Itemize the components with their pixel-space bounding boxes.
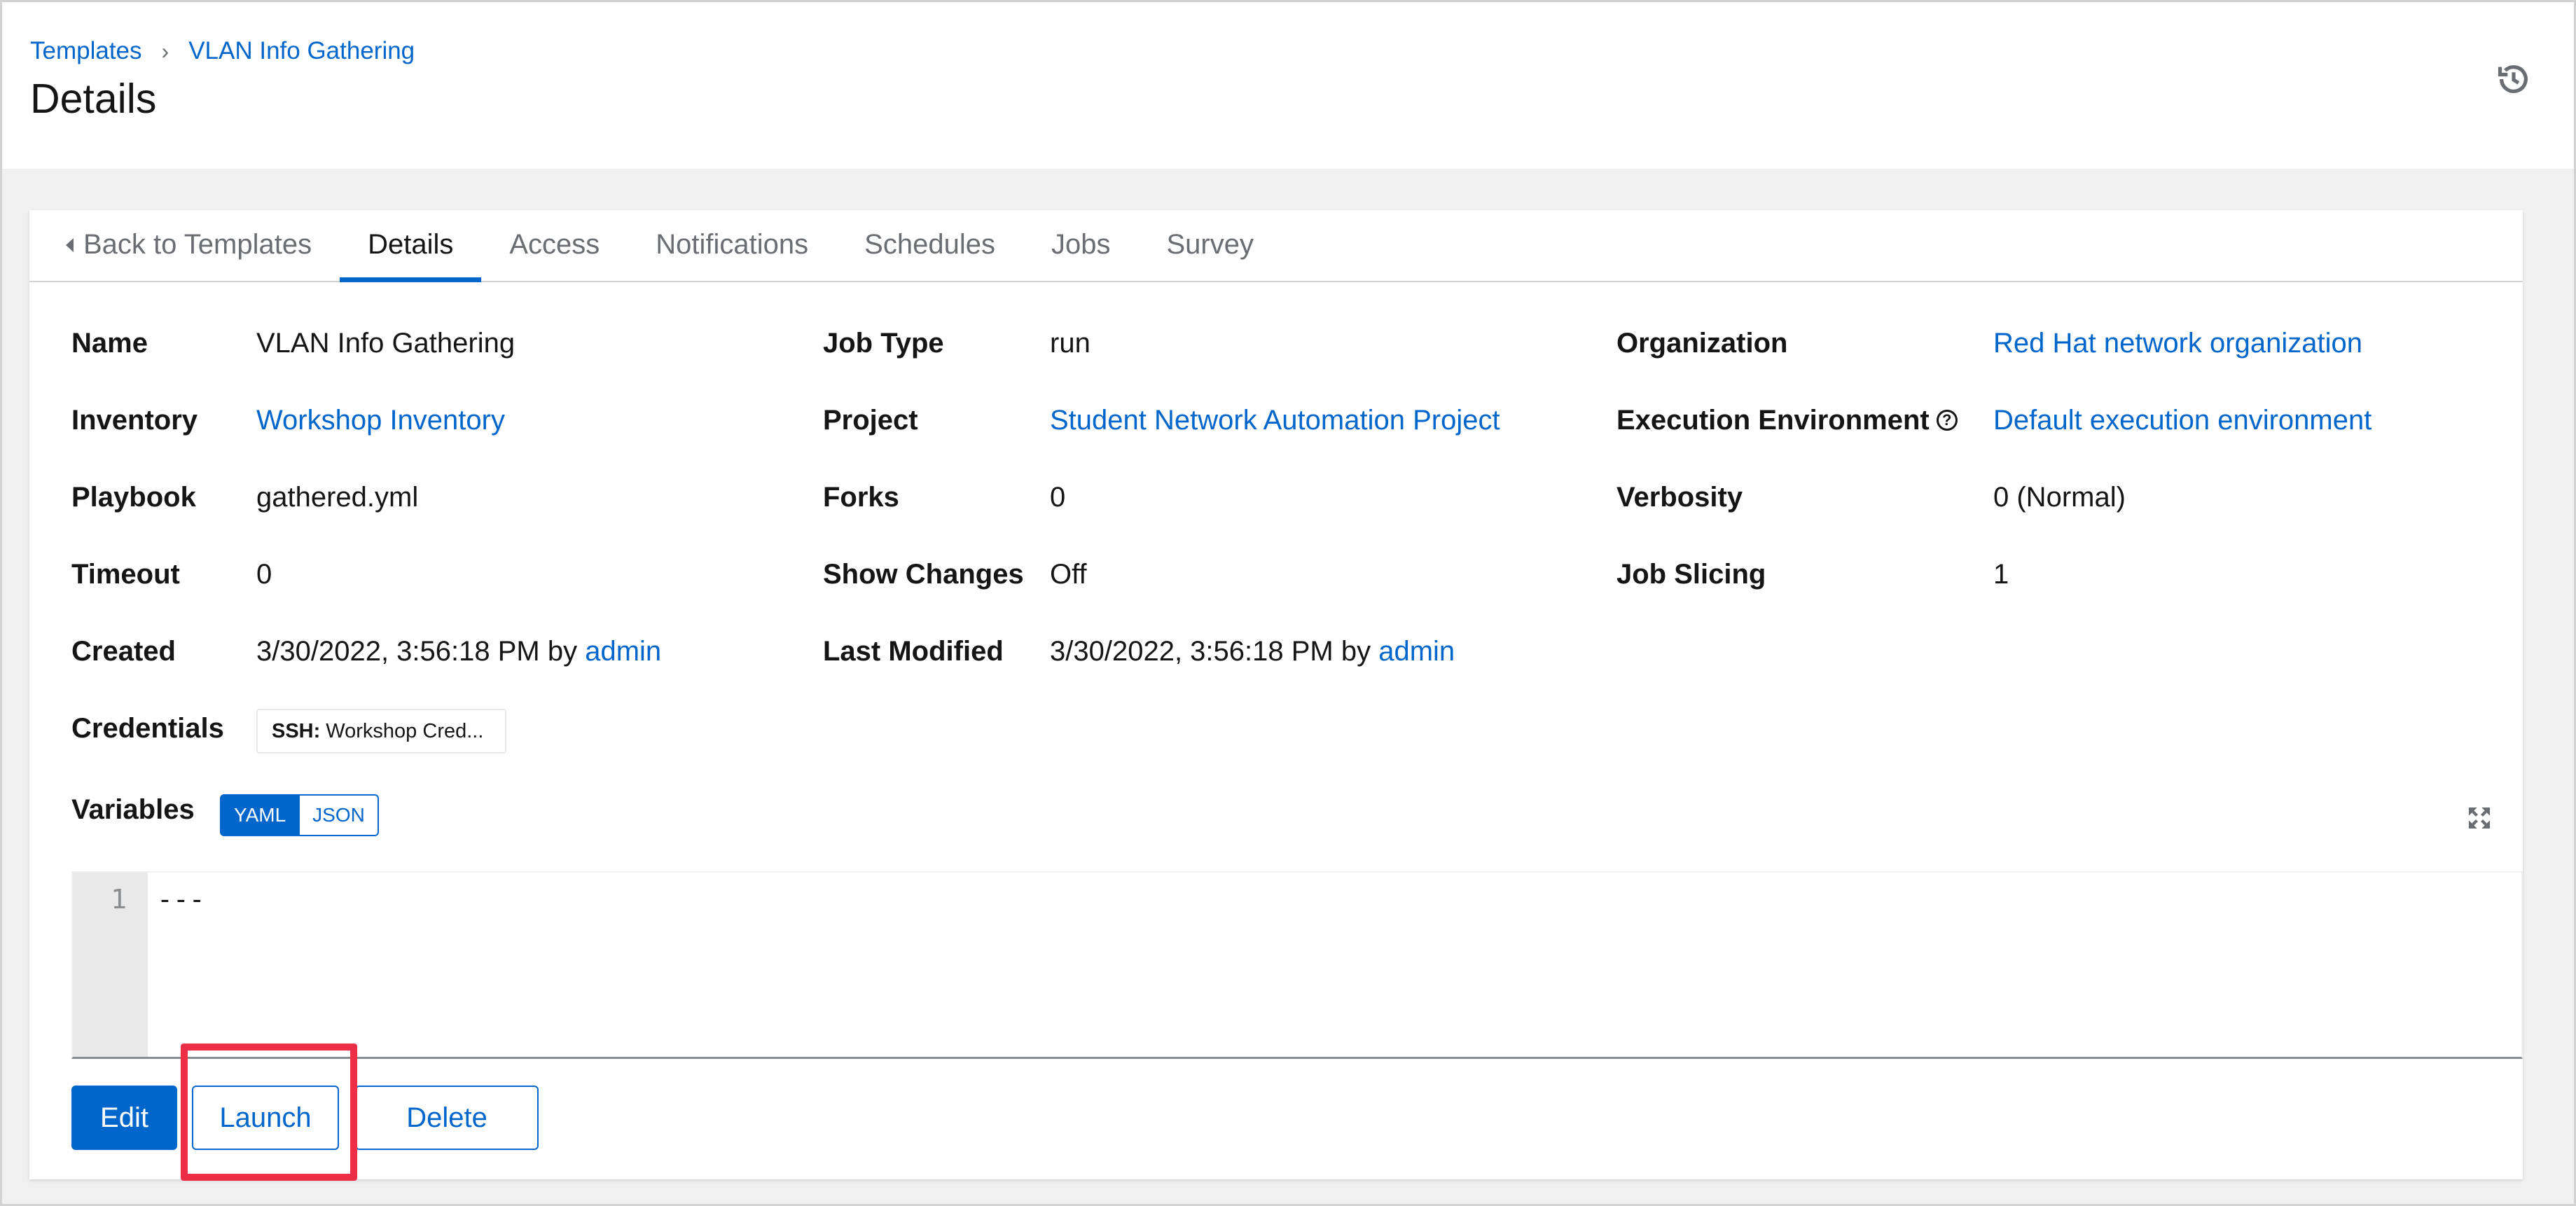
organization-label: Organization xyxy=(1616,328,1788,359)
page-header: Templates › VLAN Info Gathering Details xyxy=(2,2,2574,169)
verbosity-value: 0 (Normal) xyxy=(1993,482,2126,513)
job-type-value: run xyxy=(1050,328,1090,359)
variables-code-editor[interactable]: 1 --- xyxy=(71,871,2523,1059)
tab-label: Back to Templates xyxy=(83,229,312,260)
inventory-link[interactable]: Workshop Inventory xyxy=(256,405,505,436)
variables-format-toggle: YAML JSON xyxy=(220,794,379,836)
timeout-value: 0 xyxy=(256,559,272,590)
caret-left-icon xyxy=(66,237,74,252)
organization-link[interactable]: Red Hat network organization xyxy=(1993,328,2362,359)
chevron-right-icon: › xyxy=(161,38,169,64)
delete-button[interactable]: Delete xyxy=(355,1086,539,1150)
modified-by-link[interactable]: admin xyxy=(1378,636,1455,667)
line-number: 1 xyxy=(111,884,127,915)
timeout-label: Timeout xyxy=(71,559,180,590)
breadcrumb: Templates › VLAN Info Gathering xyxy=(30,37,415,65)
show-changes-value: Off xyxy=(1050,559,1087,590)
last-modified-label: Last Modified xyxy=(823,636,1004,667)
tab-survey[interactable]: Survey xyxy=(1138,209,1282,281)
project-link[interactable]: Student Network Automation Project xyxy=(1050,405,1500,436)
job-type-label: Job Type xyxy=(823,328,944,359)
credential-name: Workshop Cred... xyxy=(326,719,484,742)
variables-label: Variables xyxy=(71,794,195,825)
verbosity-label: Verbosity xyxy=(1616,482,1743,513)
help-icon[interactable]: ? xyxy=(1936,410,1958,431)
show-changes-label: Show Changes xyxy=(823,559,1024,590)
name-value: VLAN Info Gathering xyxy=(256,328,515,359)
credential-type: SSH: xyxy=(272,719,321,742)
forks-label: Forks xyxy=(823,482,899,513)
execution-environment-label: Execution Environment? xyxy=(1616,405,1958,436)
details-card: Back to Templates Details Access Notific… xyxy=(29,210,2523,1181)
created-label: Created xyxy=(71,636,176,667)
tab-notifications[interactable]: Notifications xyxy=(628,209,836,281)
project-label: Project xyxy=(823,405,918,436)
credentials-label: Credentials xyxy=(71,713,224,744)
execution-environment-label-text: Execution Environment xyxy=(1616,405,1930,436)
edit-button[interactable]: Edit xyxy=(71,1086,177,1150)
breadcrumb-current-link[interactable]: VLAN Info Gathering xyxy=(188,37,415,65)
created-by-link[interactable]: admin xyxy=(585,636,661,667)
code-content[interactable]: --- xyxy=(157,884,205,915)
inventory-label: Inventory xyxy=(71,405,198,436)
forks-value: 0 xyxy=(1050,482,1066,513)
expand-icon[interactable] xyxy=(2465,804,2493,832)
modified-timestamp: 3/30/2022, 3:56:18 PM by xyxy=(1050,636,1371,667)
launch-button[interactable]: Launch xyxy=(192,1086,339,1150)
last-modified-value: 3/30/2022, 3:56:18 PM by admin xyxy=(1050,636,1455,667)
created-timestamp: 3/30/2022, 3:56:18 PM by xyxy=(256,636,578,667)
job-slicing-label: Job Slicing xyxy=(1616,559,1766,590)
playbook-label: Playbook xyxy=(71,482,196,513)
tab-access[interactable]: Access xyxy=(481,209,628,281)
job-slicing-value: 1 xyxy=(1993,559,2009,590)
playbook-value: gathered.yml xyxy=(256,482,419,513)
line-number-gutter: 1 xyxy=(73,873,148,1057)
tab-schedules[interactable]: Schedules xyxy=(836,209,1023,281)
credential-chip[interactable]: SSH: Workshop Cred... xyxy=(256,709,506,754)
name-label: Name xyxy=(71,328,148,359)
history-icon[interactable] xyxy=(2495,61,2532,97)
json-toggle-button[interactable]: JSON xyxy=(300,794,379,836)
page-title: Details xyxy=(30,76,157,122)
breadcrumb-templates-link[interactable]: Templates xyxy=(30,37,142,65)
tab-back-to-templates[interactable]: Back to Templates xyxy=(29,209,340,281)
tab-details[interactable]: Details xyxy=(340,209,482,282)
tab-bar: Back to Templates Details Access Notific… xyxy=(29,210,2523,282)
yaml-toggle-button[interactable]: YAML xyxy=(220,794,300,836)
created-value: 3/30/2022, 3:56:18 PM by admin xyxy=(256,636,661,667)
tab-jobs[interactable]: Jobs xyxy=(1023,209,1139,281)
execution-environment-link[interactable]: Default execution environment xyxy=(1993,405,2371,436)
